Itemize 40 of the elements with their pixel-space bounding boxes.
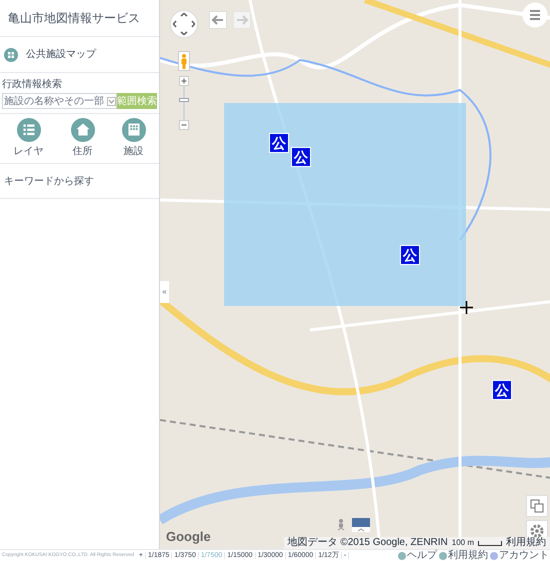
public-facility-marker[interactable]: 公: [492, 380, 512, 400]
link-icon[interactable]: [439, 552, 447, 560]
keyword-search-link[interactable]: キーワードから探す: [4, 174, 94, 188]
pegman-icon[interactable]: [178, 51, 190, 71]
crosshair-icon: [460, 301, 473, 314]
grid-icon: [4, 48, 18, 62]
zoom-out-icon[interactable]: [179, 120, 189, 130]
public-facility-marker[interactable]: 公: [400, 245, 420, 265]
map-attribution: 地図データ ©2015 Google, ZENRIN: [288, 538, 448, 548]
footer-link[interactable]: アカウント: [499, 550, 549, 560]
menu-icon[interactable]: [522, 2, 548, 28]
scale-bar-icon: [478, 540, 502, 546]
terms-link[interactable]: 利用規約: [506, 538, 546, 548]
search-label: 行政情報検索: [2, 78, 63, 92]
satellite-thumbnail-icon[interactable]: [352, 518, 370, 532]
public-facility-marker[interactable]: 公: [269, 133, 289, 153]
shortcut-label[interactable]: 施設: [124, 144, 144, 159]
building-icon[interactable]: [122, 118, 146, 142]
zoom-in-icon[interactable]: [179, 76, 189, 86]
street-view-icon[interactable]: [336, 518, 346, 532]
shortcut-label[interactable]: 住所: [72, 144, 92, 159]
scale-label: 100 m: [452, 539, 474, 547]
sidebar-collapse-tab[interactable]: «: [160, 281, 169, 303]
link-icon[interactable]: [398, 552, 406, 560]
house-icon[interactable]: [70, 118, 94, 142]
search-field[interactable]: 施設の名称やその一部: [2, 93, 117, 109]
list-icon[interactable]: [16, 118, 40, 142]
footer-link[interactable]: ヘルプ: [407, 550, 437, 560]
menu-title[interactable]: 公共施設マップ: [26, 47, 96, 62]
layers-icon[interactable]: [526, 495, 548, 517]
pan-control-icon[interactable]: [170, 10, 198, 38]
zoom-slider-thumb[interactable]: [179, 98, 189, 102]
public-facility-marker[interactable]: 公: [291, 147, 311, 167]
app-title: 亀山市地図情報サービス: [8, 10, 140, 27]
map-background[interactable]: 公 公 公 公 « Google 地図データ ©2015 Google, ZENRIN 100 m 利用規約: [160, 0, 550, 549]
footer-link[interactable]: 利用規約: [448, 550, 488, 560]
link-icon[interactable]: [490, 552, 498, 560]
dropdown-icon[interactable]: [107, 96, 116, 106]
shortcut-label[interactable]: レイヤ: [14, 144, 44, 159]
map-logo: Google: [166, 530, 211, 543]
